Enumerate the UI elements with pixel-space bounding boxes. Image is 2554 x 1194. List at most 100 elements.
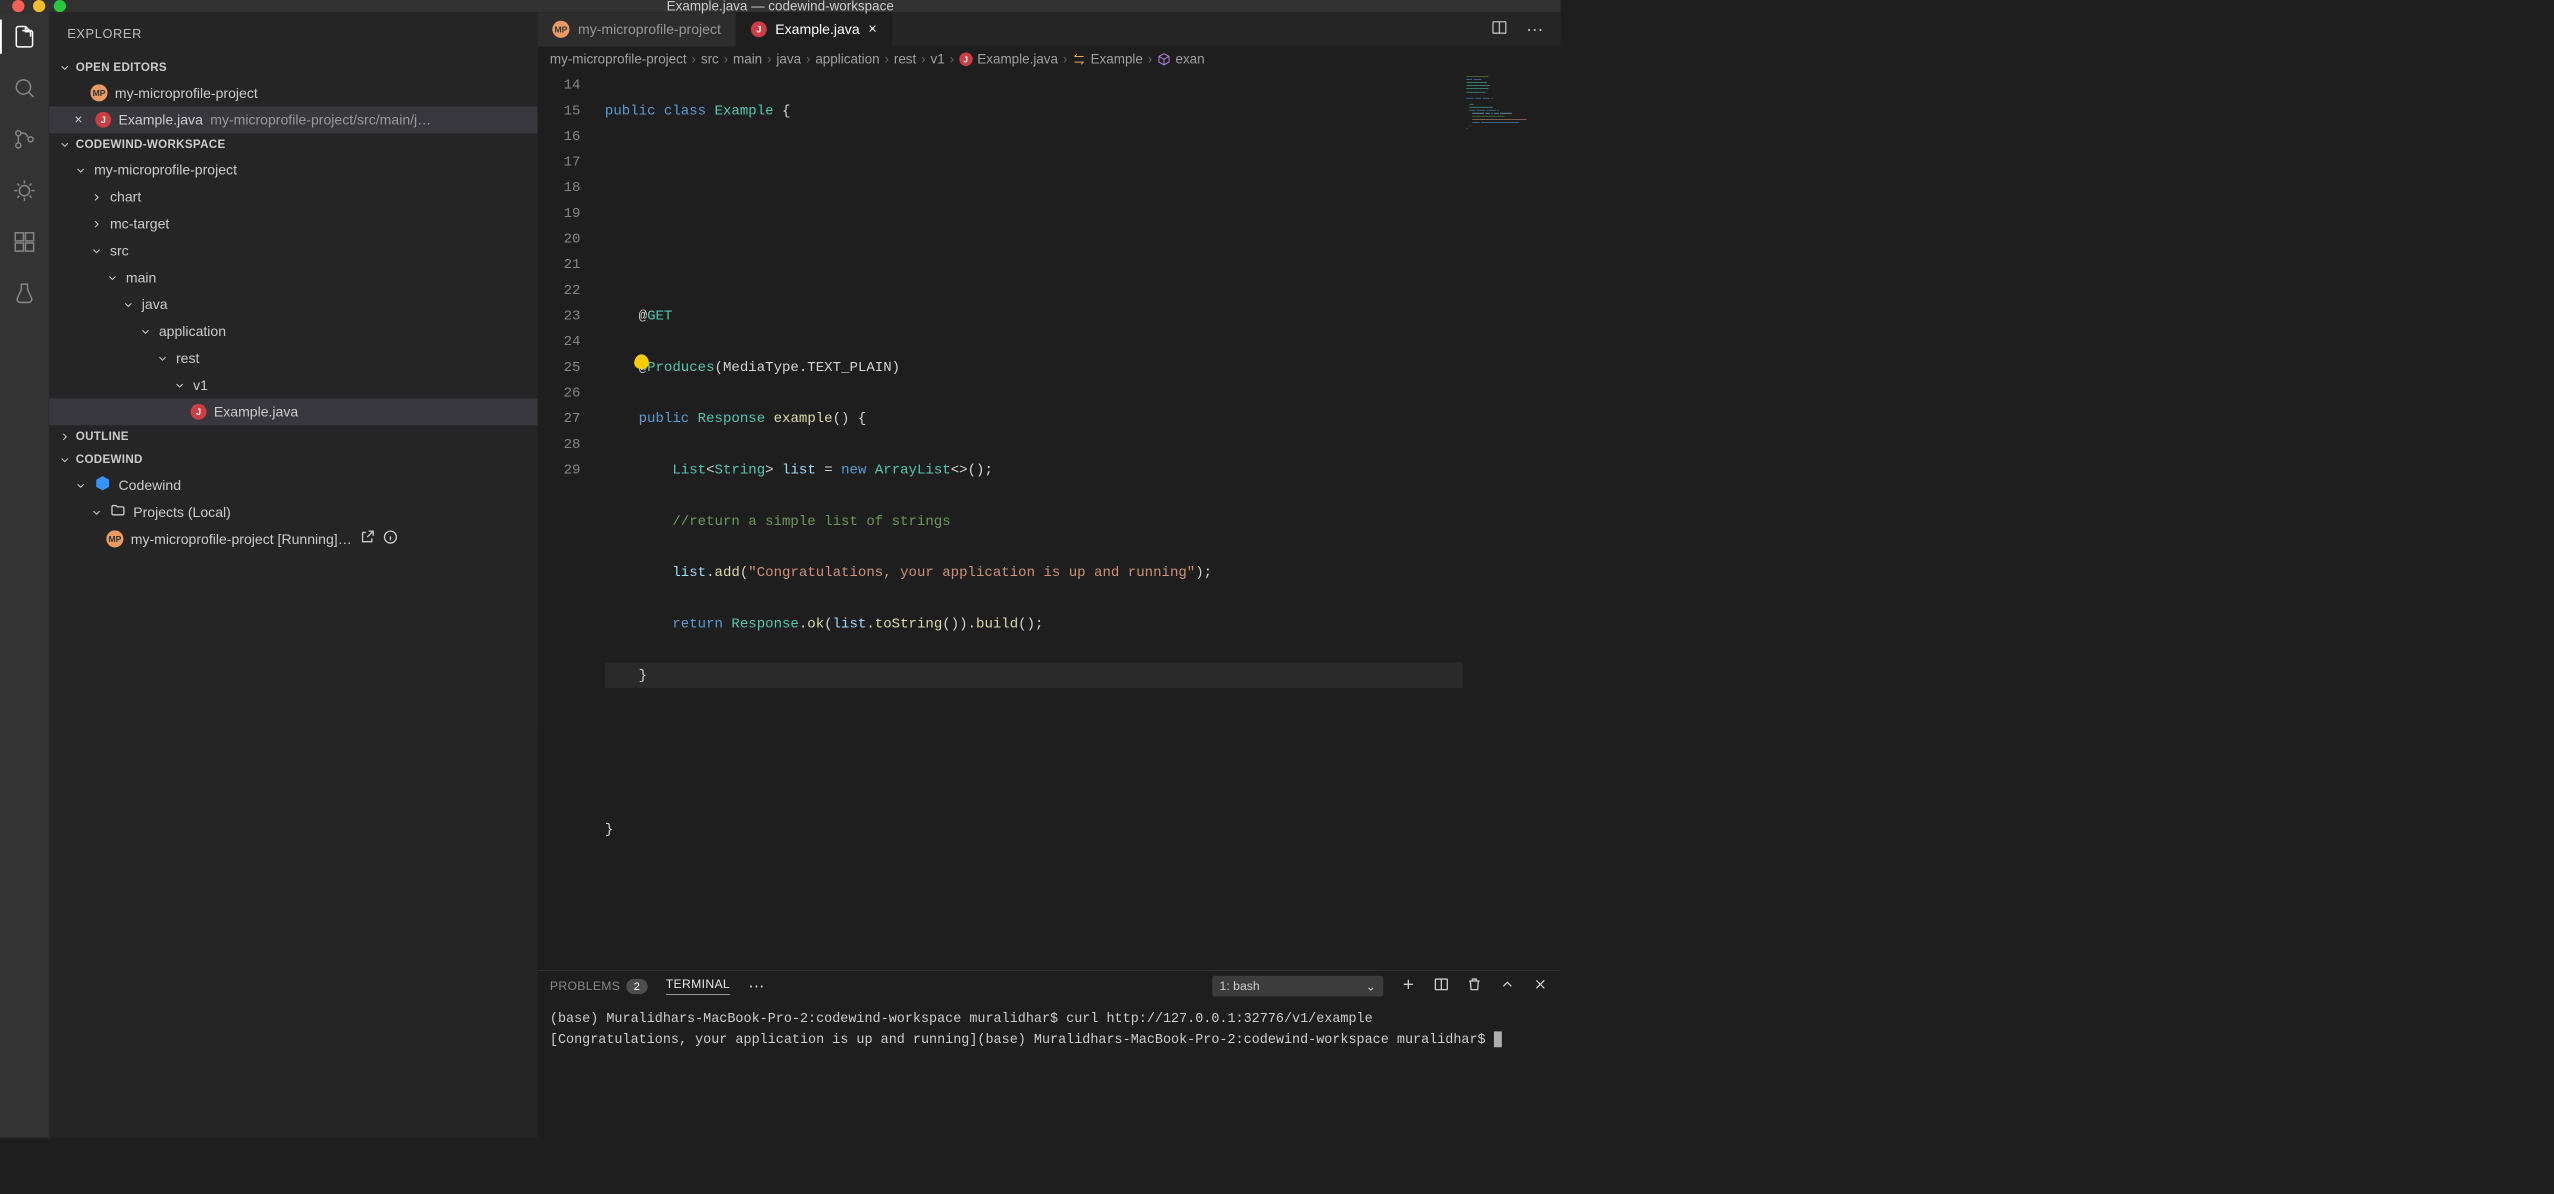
- close-tab-icon[interactable]: ×: [868, 21, 877, 38]
- breadcrumb-item[interactable]: main: [733, 51, 762, 67]
- java-file-icon: J: [191, 404, 207, 420]
- tree-folder[interactable]: java: [49, 291, 538, 318]
- code-editor[interactable]: 14151617181920212223242526272829 public …: [538, 72, 1561, 970]
- microprofile-icon: MP: [90, 84, 107, 101]
- open-editors-header[interactable]: OPEN EDITORS: [49, 56, 538, 79]
- source-control-icon[interactable]: [11, 126, 38, 153]
- breadcrumb-item[interactable]: Example.java: [977, 51, 1058, 67]
- breadcrumb-item[interactable]: application: [815, 51, 879, 67]
- terminal-content[interactable]: (base) Muralidhars-MacBook-Pro-2:codewin…: [538, 1001, 1561, 1137]
- activity-bar: [0, 12, 49, 1137]
- panel: PROBLEMS 2 TERMINAL ⋯ 1: bash ⌄: [538, 970, 1561, 1137]
- info-icon[interactable]: [382, 529, 398, 549]
- java-file-icon: J: [959, 53, 972, 66]
- minimap[interactable]: ▬▬▬▬▬▬▬▬▬▬▬▬▬▬▬ ▬▬▬▬ ▬▬▬▬▬ ▬▬▬▬▬▬▬▬▬▬▬▬▬…: [1463, 72, 1561, 970]
- window-minimize-icon[interactable]: [33, 0, 45, 12]
- extensions-icon[interactable]: [11, 229, 38, 256]
- codewind-projects-local[interactable]: Projects (Local): [49, 499, 538, 526]
- tree-folder[interactable]: v1: [49, 371, 538, 398]
- folder-link-icon: [110, 502, 126, 522]
- chevron-down-icon: [75, 164, 87, 176]
- java-file-icon: J: [751, 21, 767, 37]
- line-gutter: 14151617181920212223242526272829: [538, 72, 599, 970]
- close-editor-icon[interactable]: ×: [75, 112, 88, 128]
- window-zoom-icon[interactable]: [54, 0, 66, 12]
- open-editor-item[interactable]: × J Example.java my-microprofile-project…: [49, 106, 538, 133]
- chevron-right-icon: [90, 218, 102, 230]
- window-close-icon[interactable]: [12, 0, 24, 12]
- sidebar: EXPLORER OPEN EDITORS MP my-microprofile…: [49, 12, 538, 1137]
- codewind-section-header[interactable]: CODEWIND: [49, 448, 538, 471]
- projects-local-label: Projects (Local): [133, 504, 231, 520]
- terminal-text: (base) Muralidhars-MacBook-Pro-2:codewin…: [550, 1011, 1494, 1047]
- tree-file[interactable]: JExample.java: [49, 398, 538, 425]
- tree-folder[interactable]: main: [49, 264, 538, 291]
- chevron-down-icon: [90, 244, 102, 256]
- workspace-header[interactable]: CODEWIND-WORKSPACE: [49, 133, 538, 156]
- tree-label: v1: [193, 377, 208, 393]
- editor-group: MP my-microprofile-project J Example.jav…: [538, 12, 1561, 1137]
- tree-folder[interactable]: chart: [49, 183, 538, 210]
- dropdown-icon: ⌄: [1366, 979, 1376, 994]
- chevron-down-icon: [122, 298, 134, 310]
- lightbulb-icon[interactable]: [634, 354, 649, 369]
- breadcrumb-item[interactable]: Example: [1091, 51, 1143, 67]
- maximize-panel-icon[interactable]: [1499, 976, 1515, 996]
- tree-folder[interactable]: mc-target: [49, 210, 538, 237]
- tree-folder[interactable]: rest: [49, 345, 538, 372]
- editor-tabs: MP my-microprofile-project J Example.jav…: [538, 12, 1561, 46]
- tree-label: application: [159, 323, 226, 339]
- terminal-select-label: 1: bash: [1220, 979, 1260, 993]
- problems-tab[interactable]: PROBLEMS 2: [550, 979, 648, 994]
- tree-folder[interactable]: application: [49, 318, 538, 345]
- terminal-tab[interactable]: TERMINAL: [666, 978, 730, 995]
- chevron-down-icon: [59, 139, 71, 151]
- outline-label: OUTLINE: [76, 430, 129, 443]
- tree-label: chart: [110, 188, 141, 204]
- open-editor-item[interactable]: MP my-microprofile-project: [49, 79, 538, 106]
- breadcrumb-item[interactable]: java: [776, 51, 801, 67]
- breadcrumb-item[interactable]: my-microprofile-project: [550, 51, 687, 67]
- split-editor-icon[interactable]: [1491, 19, 1508, 40]
- codewind-project-item[interactable]: MP my-microprofile-project [Running]…: [49, 525, 538, 552]
- open-editor-label: Example.java: [119, 112, 203, 128]
- tree-folder[interactable]: src: [49, 237, 538, 264]
- new-terminal-icon[interactable]: [1400, 976, 1416, 996]
- problems-label: PROBLEMS: [550, 979, 620, 993]
- codewind-section-label: CODEWIND: [76, 453, 143, 466]
- close-panel-icon[interactable]: [1532, 976, 1548, 996]
- split-terminal-icon[interactable]: [1433, 976, 1449, 996]
- method-symbol-icon: [1157, 53, 1170, 66]
- open-editor-path: my-microprofile-project/src/main/j…: [210, 112, 537, 128]
- open-app-icon[interactable]: [359, 529, 375, 549]
- codewind-root-label: Codewind: [119, 477, 182, 493]
- title-bar: Example.java — codewind-workspace: [0, 0, 1560, 12]
- more-actions-icon[interactable]: ⋯: [1526, 19, 1543, 39]
- codewind-root[interactable]: Codewind: [49, 472, 538, 499]
- editor-tab[interactable]: MP my-microprofile-project: [538, 12, 736, 46]
- debug-icon[interactable]: [11, 177, 38, 204]
- codewind-test-icon[interactable]: [11, 280, 38, 307]
- explorer-icon[interactable]: [11, 23, 38, 50]
- breadcrumbs[interactable]: my-microprofile-project› src› main› java…: [538, 46, 1561, 72]
- breadcrumb-item[interactable]: v1: [931, 51, 945, 67]
- code-content[interactable]: public class Example { @GET @Produces(Me…: [599, 72, 1463, 970]
- codewind-project-label: my-microprofile-project [Running]…: [131, 531, 352, 547]
- breadcrumb-item[interactable]: rest: [894, 51, 916, 67]
- outline-header[interactable]: OUTLINE: [49, 425, 538, 448]
- editor-tab[interactable]: J Example.java ×: [736, 12, 892, 46]
- tree-label: my-microprofile-project: [94, 162, 237, 178]
- class-symbol-icon: [1072, 53, 1085, 66]
- breadcrumb-item[interactable]: src: [701, 51, 719, 67]
- sidebar-title: EXPLORER: [49, 12, 538, 56]
- search-icon[interactable]: [11, 75, 38, 102]
- chevron-down-icon: [59, 454, 71, 466]
- terminal-select[interactable]: 1: bash ⌄: [1212, 976, 1383, 997]
- breadcrumb-item[interactable]: exan: [1175, 51, 1204, 67]
- chevron-down-icon: [106, 271, 118, 283]
- kill-terminal-icon[interactable]: [1466, 976, 1482, 996]
- tree-label: src: [110, 242, 129, 258]
- panel-overflow-icon[interactable]: ⋯: [748, 977, 764, 996]
- tree-folder[interactable]: my-microprofile-project: [49, 156, 538, 183]
- terminal-label: TERMINAL: [666, 978, 730, 992]
